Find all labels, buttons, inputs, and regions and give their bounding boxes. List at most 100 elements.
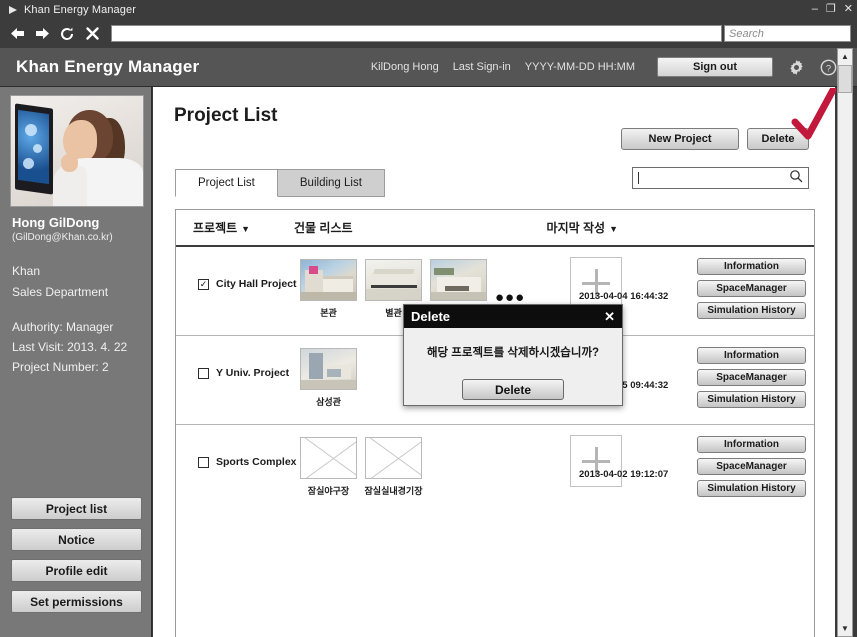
browser-nav-bar: Search (0, 19, 857, 48)
khan-logo-icon (6, 3, 20, 17)
reload-icon[interactable] (56, 23, 78, 45)
column-header-project[interactable]: 프로젝트 ▼ (193, 219, 250, 236)
dialog-title-bar: Delete ✕ (404, 305, 622, 328)
more-ellipsis-icon[interactable]: ●●● (495, 289, 525, 306)
row-select-wrap: ✓ City Hall Project (198, 278, 297, 290)
scroll-up-icon[interactable]: ▲ (838, 49, 852, 64)
dialog-message: 해당 프로젝트를 삭제하시겠습니까? (426, 347, 600, 359)
page-action-buttons: New Project Delete (621, 128, 809, 150)
building-label: 삼성관 (316, 397, 341, 407)
search-icon[interactable] (789, 169, 803, 188)
information-button[interactable]: Information (697, 258, 806, 275)
building-thumbnails: 삼성관 (300, 348, 357, 408)
application-window: Khan Energy Manager – ❐ ✕ Search Khan En… (0, 0, 857, 637)
dialog-title: Delete (411, 309, 451, 324)
column-header-last-modified[interactable]: 마지막 작성 ▼ (547, 219, 618, 236)
sidebar-item-notice[interactable]: Notice (11, 528, 142, 551)
table-header: 프로젝트 ▼ 건물 리스트 마지막 작성 ▼ (176, 210, 814, 247)
sidebar-item-project-list[interactable]: Project list (11, 497, 142, 520)
row-checkbox[interactable] (198, 456, 209, 468)
building-thumb-cell[interactable]: 잠실실내경기장 (365, 437, 422, 497)
scrollbar-thumb[interactable] (838, 65, 852, 93)
close-icon[interactable]: ✕ (604, 310, 615, 323)
sidebar-project-number: Project Number: 2 (12, 360, 109, 374)
sidebar-company: Khan (12, 264, 41, 278)
browser-search-input[interactable]: Search (724, 25, 851, 42)
row-action-buttons: Information SpaceManager Simulation Hist… (697, 258, 806, 319)
information-button[interactable]: Information (697, 436, 806, 453)
dialog-delete-button[interactable]: Delete (462, 379, 564, 400)
stop-icon[interactable] (81, 23, 103, 45)
column-header-last-modified-label: 마지막 작성 (546, 221, 606, 235)
forward-arrow-icon[interactable] (31, 23, 53, 45)
tab-bar: Project List Building List (175, 169, 385, 197)
header-user-name: KilDong Hong (370, 61, 439, 73)
row-action-buttons: Information SpaceManager Simulation Hist… (697, 436, 806, 497)
sidebar-user-name: Hong GilDong (12, 215, 100, 230)
building-thumbnail-image[interactable] (430, 259, 487, 301)
last-signin-value: YYYY-MM-DD HH:MM (524, 61, 635, 73)
building-label: 본관 (320, 308, 337, 318)
sign-out-button[interactable]: Sign out (657, 57, 773, 77)
search-caret (638, 172, 639, 184)
window-controls: – ❐ ✕ (812, 2, 853, 16)
sidebar-item-set-permissions[interactable]: Set permissions (11, 590, 142, 613)
building-thumbnail-placeholder[interactable] (365, 437, 422, 479)
simulation-history-button[interactable]: Simulation History (697, 480, 806, 497)
simulation-history-button[interactable]: Simulation History (697, 391, 806, 408)
information-button[interactable]: Information (697, 347, 806, 364)
maximize-button[interactable]: ❐ (826, 2, 836, 16)
sidebar-item-profile-edit[interactable]: Profile edit (11, 559, 142, 582)
url-input[interactable] (111, 25, 722, 42)
sidebar-last-visit: Last Visit: 2013. 4. 22 (12, 340, 128, 354)
simulation-history-button[interactable]: Simulation History (697, 302, 806, 319)
building-thumbnail-placeholder[interactable] (300, 437, 357, 479)
row-action-buttons: Information SpaceManager Simulation Hist… (697, 347, 806, 408)
row-checkbox[interactable] (198, 367, 209, 379)
space-manager-button[interactable]: SpaceManager (697, 369, 806, 386)
window-title-bar: Khan Energy Manager – ❐ ✕ (0, 0, 857, 19)
project-name: City Hall Project (216, 278, 297, 290)
column-header-building-list: 건물 리스트 (294, 221, 353, 235)
gear-icon[interactable] (787, 58, 805, 76)
building-thumbnail-image[interactable] (300, 259, 357, 301)
building-thumbnail-image[interactable] (300, 348, 357, 390)
project-name: Y Univ. Project (216, 367, 290, 379)
row-select-wrap: Sports Complex (198, 456, 297, 468)
building-label: 별관 (385, 308, 402, 318)
row-checkbox[interactable]: ✓ (198, 278, 209, 290)
app-title: Khan Energy Manager (16, 57, 200, 76)
sidebar-authority: Authority: Manager (12, 320, 114, 334)
tab-project-list[interactable]: Project List (175, 169, 278, 197)
app-header: Khan Energy Manager KilDong Hong Last Si… (0, 48, 857, 87)
building-thumb-cell[interactable]: 잠실야구장 (300, 437, 357, 497)
tab-building-list[interactable]: Building List (277, 169, 385, 197)
delete-button[interactable]: Delete (747, 128, 809, 150)
delete-confirmation-dialog: Delete ✕ 해당 프로젝트를 삭제하시겠습니까? Delete (403, 304, 623, 406)
user-profile-photo (10, 95, 144, 207)
window-title: Khan Energy Manager (24, 3, 136, 16)
building-thumb-cell[interactable] (430, 259, 487, 306)
help-icon[interactable]: ? (819, 58, 837, 76)
sidebar-user-email: (GilDong@Khan.co.kr) (12, 232, 113, 243)
vertical-scrollbar[interactable]: ▲ ▼ (837, 48, 853, 637)
row-select-wrap: Y Univ. Project (198, 367, 289, 379)
header-user-meta: KilDong Hong Last Sign-in YYYY-MM-DD HH:… (371, 57, 857, 77)
close-button[interactable]: ✕ (844, 2, 853, 16)
new-project-button[interactable]: New Project (621, 128, 739, 150)
building-thumbnail-image[interactable] (365, 259, 422, 301)
scroll-down-icon[interactable]: ▼ (838, 621, 852, 636)
space-manager-button[interactable]: SpaceManager (697, 458, 806, 475)
search-input[interactable] (632, 167, 809, 189)
building-thumbnails: 잠실야구장 잠실실내경기장 (300, 437, 422, 497)
chevron-down-icon: ▼ (241, 224, 251, 234)
sidebar-menu: Project list Notice Profile edit Set per… (11, 497, 142, 621)
space-manager-button[interactable]: SpaceManager (697, 280, 806, 297)
project-table: 프로젝트 ▼ 건물 리스트 마지막 작성 ▼ ✓ City Hall Project (175, 209, 815, 637)
row-timestamp: 2013-04-04 16:44:32 (579, 291, 669, 302)
project-name: Sports Complex (216, 456, 297, 468)
minimize-button[interactable]: – (812, 2, 818, 16)
back-arrow-icon[interactable] (6, 23, 28, 45)
building-thumb-cell[interactable]: 삼성관 (300, 348, 357, 408)
building-thumb-cell[interactable]: 본관 (300, 259, 357, 319)
